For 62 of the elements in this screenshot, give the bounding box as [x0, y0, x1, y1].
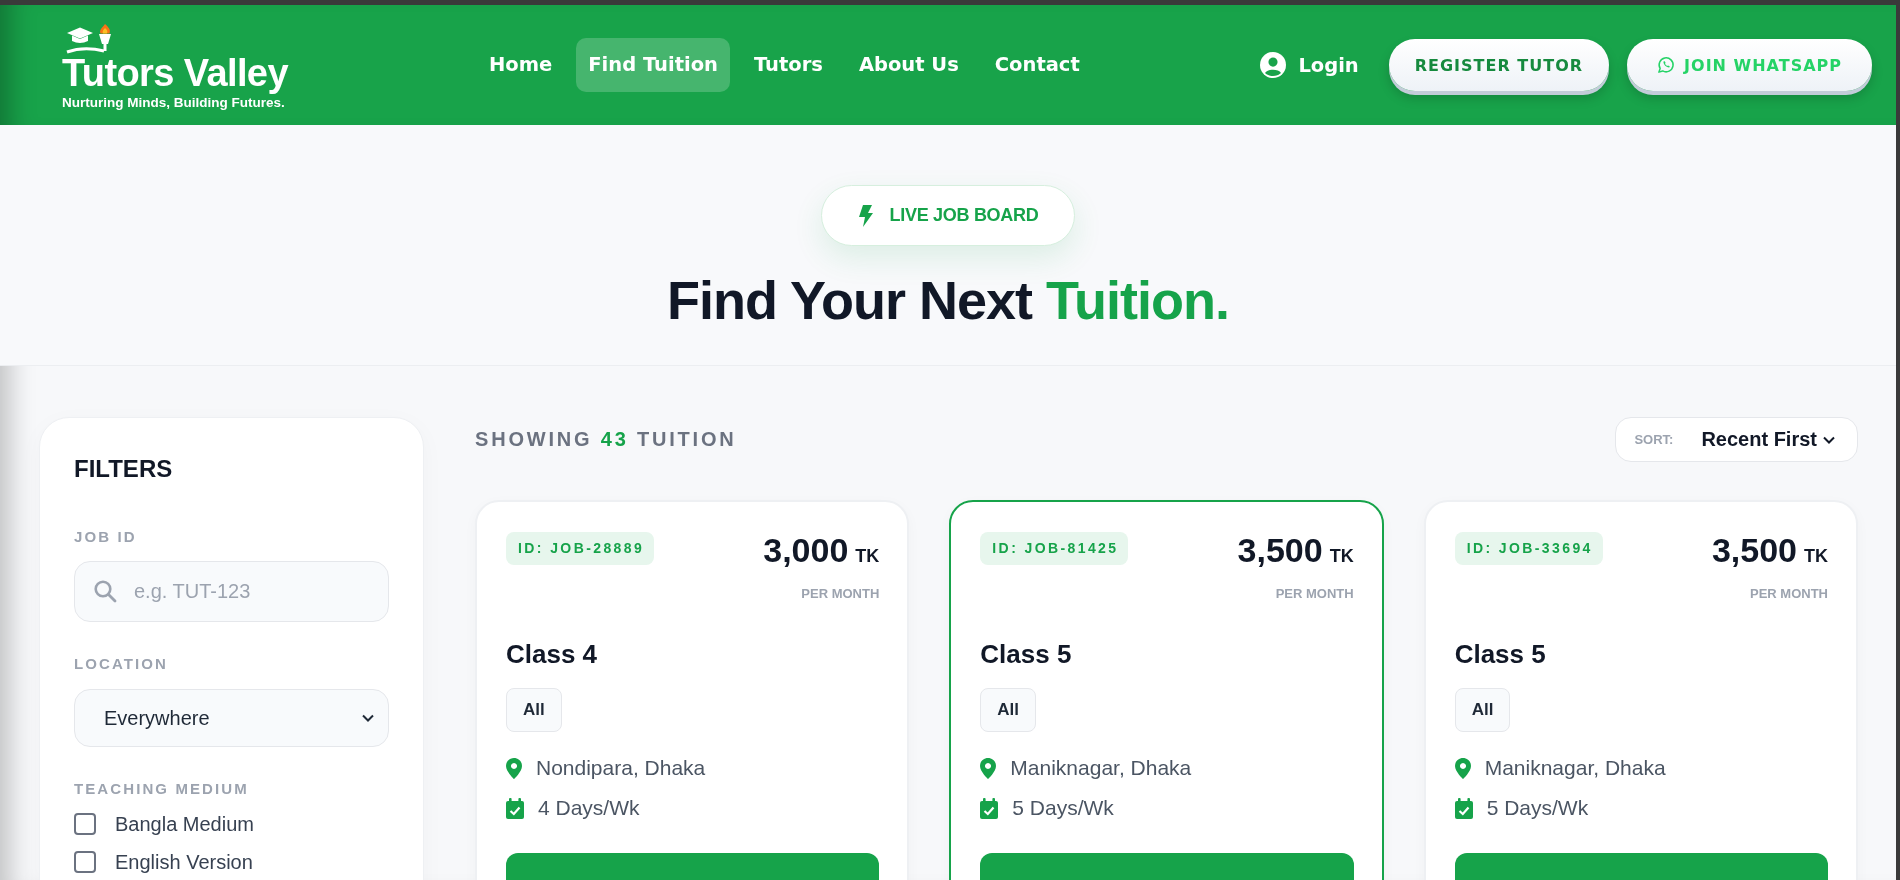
- location-text: Maniknagar, Dhaka: [1484, 756, 1666, 780]
- job-id-badge: ID: JOB-33694: [1454, 532, 1603, 565]
- schedule-text: 5 Days/Wk: [1012, 796, 1114, 820]
- checkbox[interactable]: [74, 813, 96, 835]
- location-text: Nondipara, Dhaka: [536, 756, 706, 780]
- location-select[interactable]: Everywhere: [74, 689, 389, 747]
- price-period: PER MONTH: [1275, 586, 1354, 602]
- schedule-text: 4 Days/Wk: [538, 796, 640, 820]
- nav-link[interactable]: Tutors: [741, 38, 835, 92]
- nav-link[interactable]: Contact: [982, 38, 1092, 92]
- price-period: PER MONTH: [801, 586, 880, 602]
- nav-link[interactable]: Home: [477, 38, 565, 92]
- price-period: PER MONTH: [1750, 586, 1828, 602]
- calendar-check-icon: [506, 797, 524, 819]
- search-icon: [93, 579, 117, 603]
- class-title: Class 4: [506, 639, 599, 670]
- price-amount: 3,500: [1711, 532, 1797, 568]
- field-label: JOB ID: [74, 528, 138, 545]
- price-amount: 3,000: [763, 532, 849, 568]
- tuition-card[interactable]: ID: JOB-81425 3,500 TK PER MONTH Class 5 All Maniknagar, Dhaka 5 Days/Wk: [949, 500, 1384, 880]
- login-link[interactable]: Login: [1260, 52, 1359, 78]
- page-heading: Find Your Next Tuition.: [667, 270, 1229, 330]
- subject-tag: All: [506, 688, 562, 732]
- class-title: Class 5: [980, 639, 1073, 670]
- price-currency: TK: [1804, 546, 1828, 566]
- results-count: SHOWING 43 TUITION: [475, 428, 737, 451]
- field-label: TEACHING MEDIUM: [74, 780, 250, 797]
- phone-bubble-icon: [1657, 56, 1676, 74]
- chevron-down-icon: [1823, 435, 1835, 444]
- calendar-check-icon: [980, 797, 999, 819]
- nav-link[interactable]: Find Tuition: [576, 38, 730, 92]
- lightning-icon: [857, 204, 874, 227]
- nav-link[interactable]: About Us: [846, 38, 971, 92]
- checkbox-label: Bangla Medium: [115, 812, 254, 836]
- price-amount: 3,500: [1237, 532, 1323, 568]
- subject-tag: All: [1454, 688, 1511, 732]
- logo-tagline: Nurturing Minds, Building Futures.: [62, 94, 285, 111]
- location-text: Maniknagar, Dhaka: [1010, 756, 1192, 780]
- sort-label: SORT:: [1634, 432, 1674, 447]
- live-badge: LIVE JOB BOARD: [820, 185, 1076, 246]
- filters-title: FILTERS: [74, 455, 174, 483]
- class-title: Class 5: [1454, 639, 1547, 670]
- chevron-down-icon: [362, 714, 374, 722]
- field-label: LOCATION: [74, 655, 169, 672]
- tuition-card[interactable]: ID: JOB-28889 3,000 TK PER MONTH Class 4 All Nondipara, Dhaka 4 Days/Wk: [475, 500, 910, 880]
- logo-wordmark[interactable]: Tutors Valley: [62, 53, 288, 92]
- job-id-badge: ID: JOB-81425: [980, 532, 1129, 565]
- price-currency: TK: [855, 546, 880, 566]
- checkbox[interactable]: [74, 851, 96, 873]
- job-id-input[interactable]: e.g. TUT-123: [74, 561, 389, 622]
- subject-tag: All: [980, 688, 1037, 732]
- user-circle-icon: [1260, 52, 1287, 78]
- map-pin-icon: [1454, 757, 1471, 779]
- map-pin-icon: [506, 757, 522, 779]
- sort-select[interactable]: Recent First: [1701, 428, 1835, 451]
- tuition-card[interactable]: ID: JOB-33694 3,500 TK PER MONTH Class 5 All Maniknagar, Dhaka 5 Days/Wk: [1423, 500, 1858, 880]
- job-id-badge: ID: JOB-28889: [506, 532, 655, 565]
- checkbox-label: English Version: [115, 850, 253, 874]
- price-currency: TK: [1329, 546, 1354, 566]
- map-pin-icon: [980, 757, 997, 779]
- schedule-text: 5 Days/Wk: [1486, 796, 1589, 820]
- calendar-check-icon: [1454, 797, 1473, 819]
